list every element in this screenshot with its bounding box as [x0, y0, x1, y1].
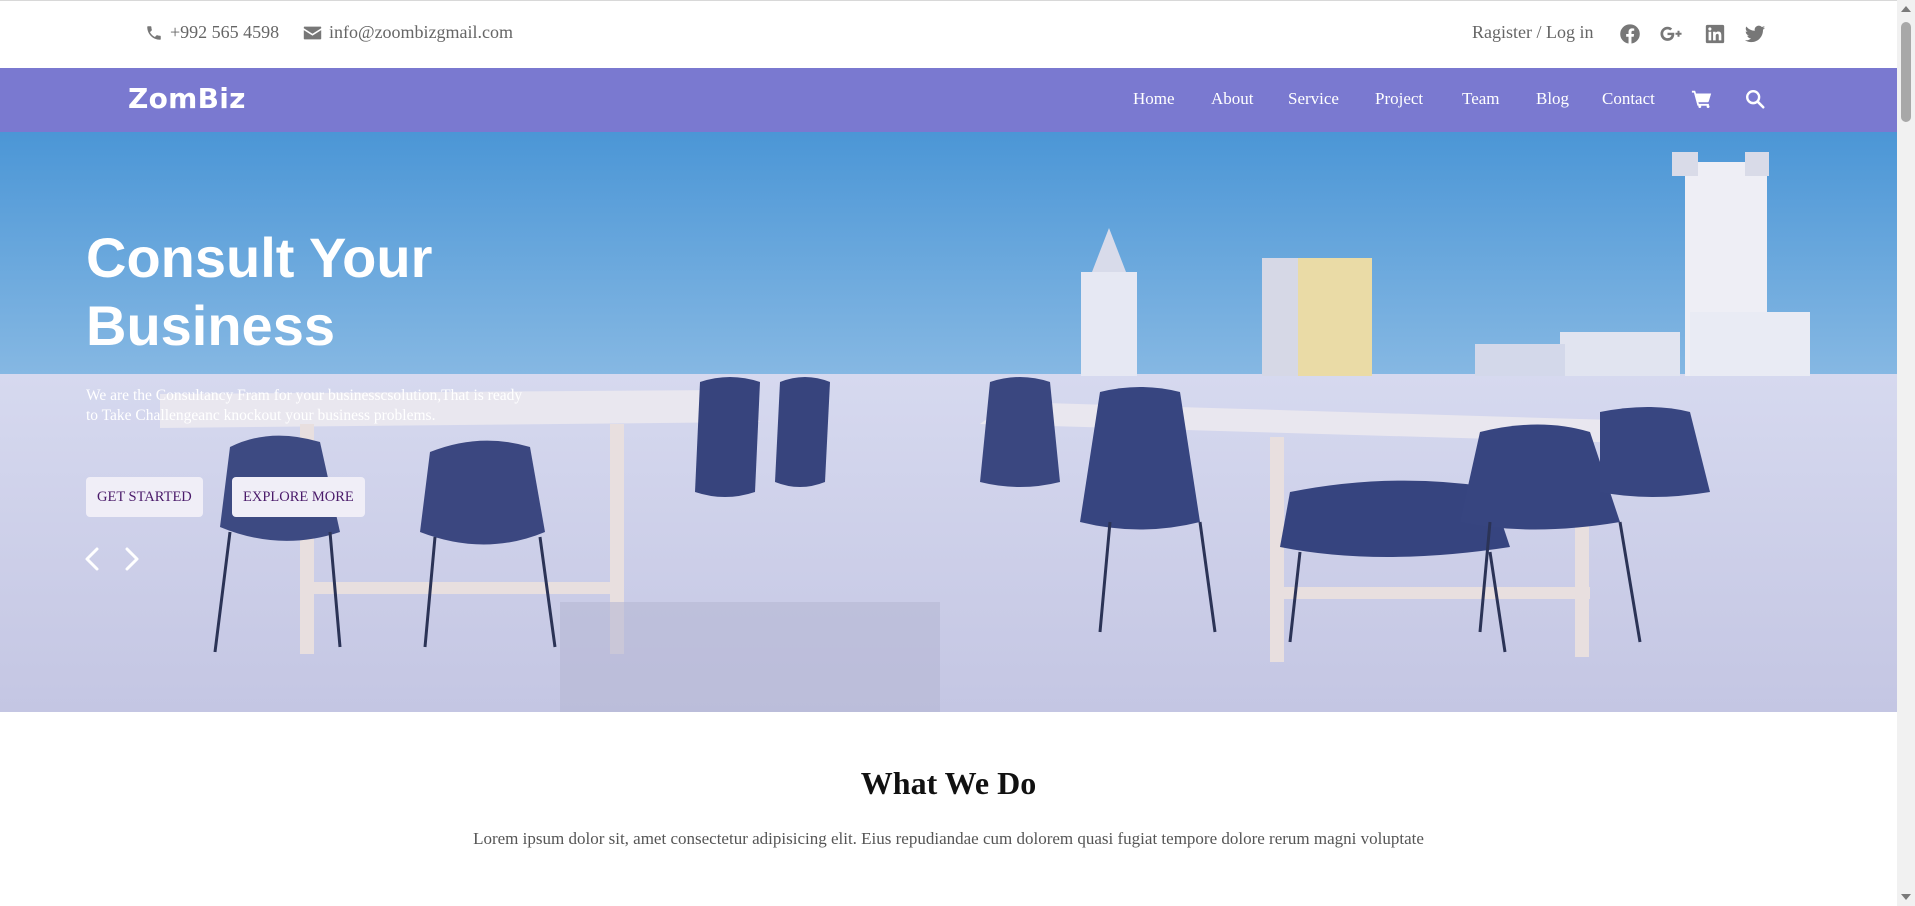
- twitter-icon[interactable]: [1744, 23, 1766, 45]
- chevron-right-icon[interactable]: [121, 544, 143, 574]
- nav-project[interactable]: Project: [1375, 89, 1423, 109]
- phone-icon: [145, 24, 163, 42]
- hero-subtitle: We are the Consultancy Fram for your bus…: [86, 387, 523, 424]
- chevron-left-icon[interactable]: [81, 544, 103, 574]
- facebook-icon[interactable]: [1619, 23, 1641, 45]
- what-we-do-heading: What We Do: [860, 765, 1037, 801]
- search-icon[interactable]: [1744, 88, 1766, 110]
- page-scrollbar[interactable]: [1897, 0, 1915, 906]
- register-login-link[interactable]: Ragister / Log in: [1472, 22, 1593, 43]
- google-plus-icon[interactable]: [1660, 23, 1682, 45]
- phone-contact[interactable]: +992 565 4598: [145, 22, 279, 43]
- nav-team[interactable]: Team: [1462, 89, 1500, 109]
- main-navbar: ZomBiz Home About Service Project Team B…: [0, 68, 1897, 132]
- cart-icon[interactable]: [1691, 88, 1713, 110]
- hero-banner: Consult Your Business We are the Consult…: [0, 132, 1897, 712]
- nav-about[interactable]: About: [1211, 89, 1254, 109]
- scroll-down-arrow-icon[interactable]: [1901, 894, 1911, 900]
- brand-logo[interactable]: ZomBiz: [128, 82, 246, 115]
- phone-number: +992 565 4598: [170, 22, 280, 42]
- nav-blog[interactable]: Blog: [1536, 89, 1569, 109]
- explore-more-button[interactable]: EXPLORE MORE: [232, 477, 365, 517]
- what-we-do-text: Lorem ipsum dolor sit, amet consectetur …: [473, 829, 1424, 848]
- top-bar: +992 565 4598 info@zoombizgmail.com Ragi…: [0, 0, 1897, 68]
- email-contact[interactable]: info@zoombizgmail.com: [303, 22, 513, 43]
- scrollbar-thumb[interactable]: [1901, 22, 1911, 122]
- hero-title: Consult Your Business: [86, 226, 433, 357]
- nav-home[interactable]: Home: [1133, 89, 1175, 109]
- scroll-up-arrow-icon[interactable]: [1901, 6, 1911, 12]
- linkedin-icon[interactable]: [1704, 23, 1726, 45]
- page: +992 565 4598 info@zoombizgmail.com Ragi…: [0, 0, 1915, 906]
- get-started-button[interactable]: GET STARTED: [86, 477, 203, 517]
- nav-service[interactable]: Service: [1288, 89, 1339, 109]
- nav-contact[interactable]: Contact: [1602, 89, 1655, 109]
- envelope-icon: [303, 25, 322, 41]
- email-address: info@zoombizgmail.com: [329, 22, 514, 42]
